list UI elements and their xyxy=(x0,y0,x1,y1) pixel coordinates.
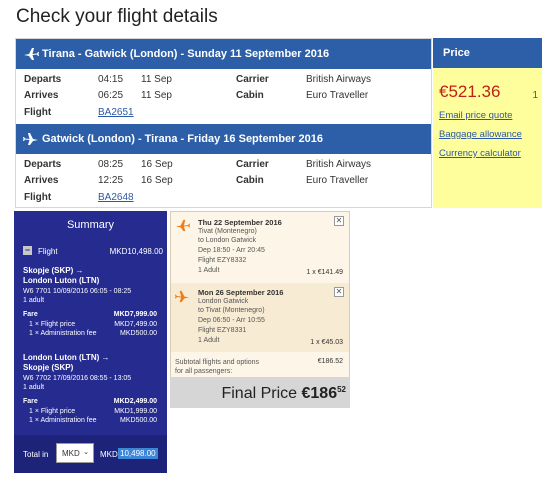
collapse-icon[interactable]: − xyxy=(23,246,32,255)
baggage-allowance-link[interactable]: Baggage allowance xyxy=(439,129,542,140)
final-price-bar: Final Price €18652 xyxy=(170,377,350,408)
extra-flight-1: ✕ Thu 22 September 2016 Tivat (Montenegr… xyxy=(171,212,349,281)
summary-title: Summary xyxy=(66,219,115,231)
subtotal-label: Subtotal flights and options for all pas… xyxy=(175,359,260,375)
remove-flight-2-button[interactable]: ✕ xyxy=(334,287,344,297)
plane-icon xyxy=(175,219,190,232)
total-label: Total in xyxy=(23,450,49,459)
final-price-label: Final Price xyxy=(221,385,298,402)
price-amount: €521.36 xyxy=(439,82,501,101)
extra-flight-2: ✕ Mon 26 September 2016 London Gatwick t… xyxy=(171,283,349,352)
final-price-cents: 52 xyxy=(337,385,346,394)
currency-select[interactable]: MKD ⌄ xyxy=(56,443,94,463)
inbound-header: Gatwick (London) - Tirana - Friday 16 Se… xyxy=(16,124,431,154)
flight-details-panel: Tirana - Gatwick (London) - Sunday 11 Se… xyxy=(15,38,432,208)
plane-icon xyxy=(175,290,190,303)
outbound-header: Tirana - Gatwick (London) - Sunday 11 Se… xyxy=(16,39,431,69)
inbound-flight-link[interactable]: BA2648 xyxy=(98,192,134,203)
subtotal-value: €186.52 xyxy=(317,358,343,365)
currency-calculator-link[interactable]: Currency calculator xyxy=(439,148,542,159)
summary-footer: Total in MKD ⌄ MKD 10,498.00 xyxy=(14,435,167,473)
total-value: 10,498.00 xyxy=(118,448,158,459)
plane-icon xyxy=(23,133,38,145)
page-title: Check your flight details xyxy=(16,6,218,27)
final-price-value: €186 xyxy=(301,385,338,402)
email-price-quote-link[interactable]: Email price quote xyxy=(439,110,542,121)
outbound-details: Departs 04:15 11 Sep Carrier British Air… xyxy=(24,74,372,118)
price-partial-text: 1 xyxy=(532,90,538,101)
price-panel: €521.36 1 Email price quote Baggage allo… xyxy=(433,68,542,208)
plane-icon xyxy=(24,48,39,60)
remove-flight-1-button[interactable]: ✕ xyxy=(334,216,344,226)
inbound-details: Departs 08:25 16 Sep Carrier British Air… xyxy=(24,159,372,203)
total-currency-code: MKD xyxy=(100,450,118,459)
price-header: Price xyxy=(433,38,542,68)
chevron-down-icon: ⌄ xyxy=(83,449,89,456)
summary-panel: Summary − Flight MKD10,498.00 Skopje (SK… xyxy=(14,211,167,473)
outbound-flight-link[interactable]: BA2651 xyxy=(98,107,134,118)
